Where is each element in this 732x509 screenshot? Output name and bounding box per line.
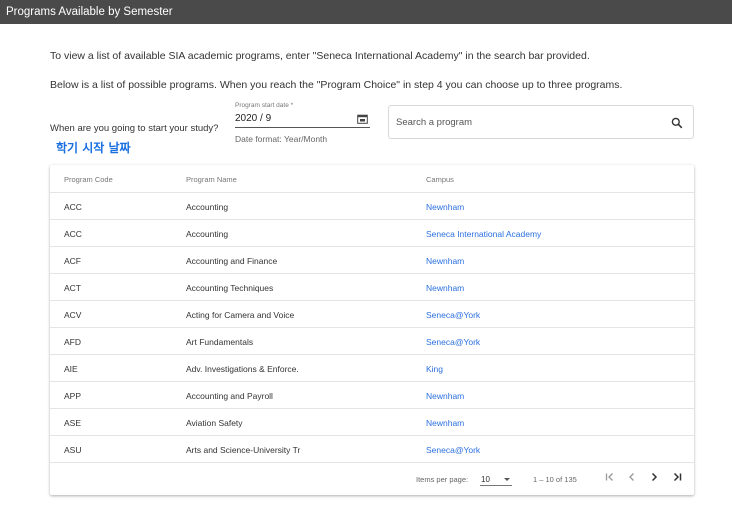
items-per-page-value: 10 [481, 475, 490, 484]
table-row: ASE Aviation Safety Newnham [50, 409, 694, 436]
next-page-icon[interactable] [647, 470, 661, 484]
table-body: ACC Accounting Newnham ACC Accounting Se… [50, 193, 694, 463]
table-row: ASU Arts and Science-University Tr Senec… [50, 436, 694, 463]
program-name: Arts and Science-University Tr [186, 445, 301, 455]
programs-table: Program Code Program Name Campus ACC Acc… [50, 165, 694, 495]
program-start-date-field[interactable]: Program start date * 2020 / 9 Date forma… [235, 101, 370, 144]
items-per-page-select[interactable]: 10 [480, 472, 512, 486]
page-range-label: 1 – 10 of 135 [533, 475, 577, 484]
intro-text-2: Below is a list of possible programs. Wh… [50, 79, 623, 91]
dropdown-arrow-icon [504, 478, 510, 481]
table-row: ACF Accounting and Finance Newnham [50, 247, 694, 274]
table-row: ACC Accounting Seneca International Acad… [50, 220, 694, 247]
program-name: Accounting [186, 202, 229, 212]
date-field-label: Program start date * [235, 102, 294, 109]
start-date-annotation: 학기 시작 날짜 [56, 141, 131, 155]
campus-link[interactable]: Newnham [426, 283, 464, 293]
first-page-icon[interactable] [603, 470, 617, 484]
campus-link[interactable]: Newnham [426, 418, 464, 428]
table-row: AFD Art Fundamentals Seneca@York [50, 328, 694, 355]
table-row: ACV Acting for Camera and Voice Seneca@Y… [50, 301, 694, 328]
campus-link[interactable]: Seneca@York [426, 310, 480, 320]
intro-text-1: To view a list of available SIA academic… [50, 50, 590, 62]
search-input[interactable] [389, 106, 659, 138]
start-date-question: When are you going to start your study? [50, 123, 219, 134]
program-code: ACC [64, 229, 82, 239]
program-search-box[interactable] [388, 105, 694, 139]
calendar-icon[interactable] [357, 114, 368, 124]
program-name: Adv. Investigations & Enforce. [186, 364, 299, 374]
date-value: 2020 / 9 [235, 113, 272, 124]
header-program-name[interactable]: Program Name [186, 175, 237, 184]
program-name: Accounting Techniques [186, 283, 274, 293]
table-row: ACC Accounting Newnham [50, 193, 694, 220]
search-icon[interactable] [671, 117, 683, 129]
program-code: ASE [64, 418, 82, 428]
program-code: ACC [64, 202, 82, 212]
program-code: AIE [64, 364, 78, 374]
program-name: Accounting and Finance [186, 256, 278, 266]
table-header: Program Code Program Name Campus [50, 165, 694, 193]
program-code: ACT [64, 283, 81, 293]
program-name: Accounting and Payroll [186, 391, 273, 401]
program-code: APP [64, 391, 82, 401]
program-code: AFD [64, 337, 81, 347]
campus-link[interactable]: Newnham [426, 256, 464, 266]
program-name: Art Fundamentals [186, 337, 254, 347]
date-format-hint: Date format: Year/Month [235, 134, 328, 144]
header-program-code[interactable]: Program Code [64, 175, 113, 184]
program-name: Acting for Camera and Voice [186, 310, 295, 320]
table-row: AIE Adv. Investigations & Enforce. King [50, 355, 694, 382]
campus-link[interactable]: Newnham [426, 202, 464, 212]
table-row: APP Accounting and Payroll Newnham [50, 382, 694, 409]
campus-link[interactable]: King [426, 364, 443, 374]
program-name: Aviation Safety [186, 418, 243, 428]
last-page-icon[interactable] [670, 470, 684, 484]
program-code: ACV [64, 310, 82, 320]
campus-link[interactable]: Seneca@York [426, 445, 480, 455]
campus-link[interactable]: Seneca International Academy [426, 229, 541, 239]
program-code: ACF [64, 256, 81, 266]
previous-page-icon[interactable] [625, 470, 639, 484]
table-row: ACT Accounting Techniques Newnham [50, 274, 694, 301]
header-campus[interactable]: Campus [426, 175, 454, 184]
window-title: Programs Available by Semester [0, 0, 732, 24]
campus-link[interactable]: Newnham [426, 391, 464, 401]
campus-link[interactable]: Seneca@York [426, 337, 480, 347]
program-name: Accounting [186, 229, 229, 239]
date-input[interactable]: 2020 / 9 [235, 110, 370, 128]
items-per-page-label: Items per page: [416, 475, 469, 484]
paginator: Items per page: 10 1 – 10 of 135 [50, 463, 694, 493]
program-code: ASU [64, 445, 82, 455]
